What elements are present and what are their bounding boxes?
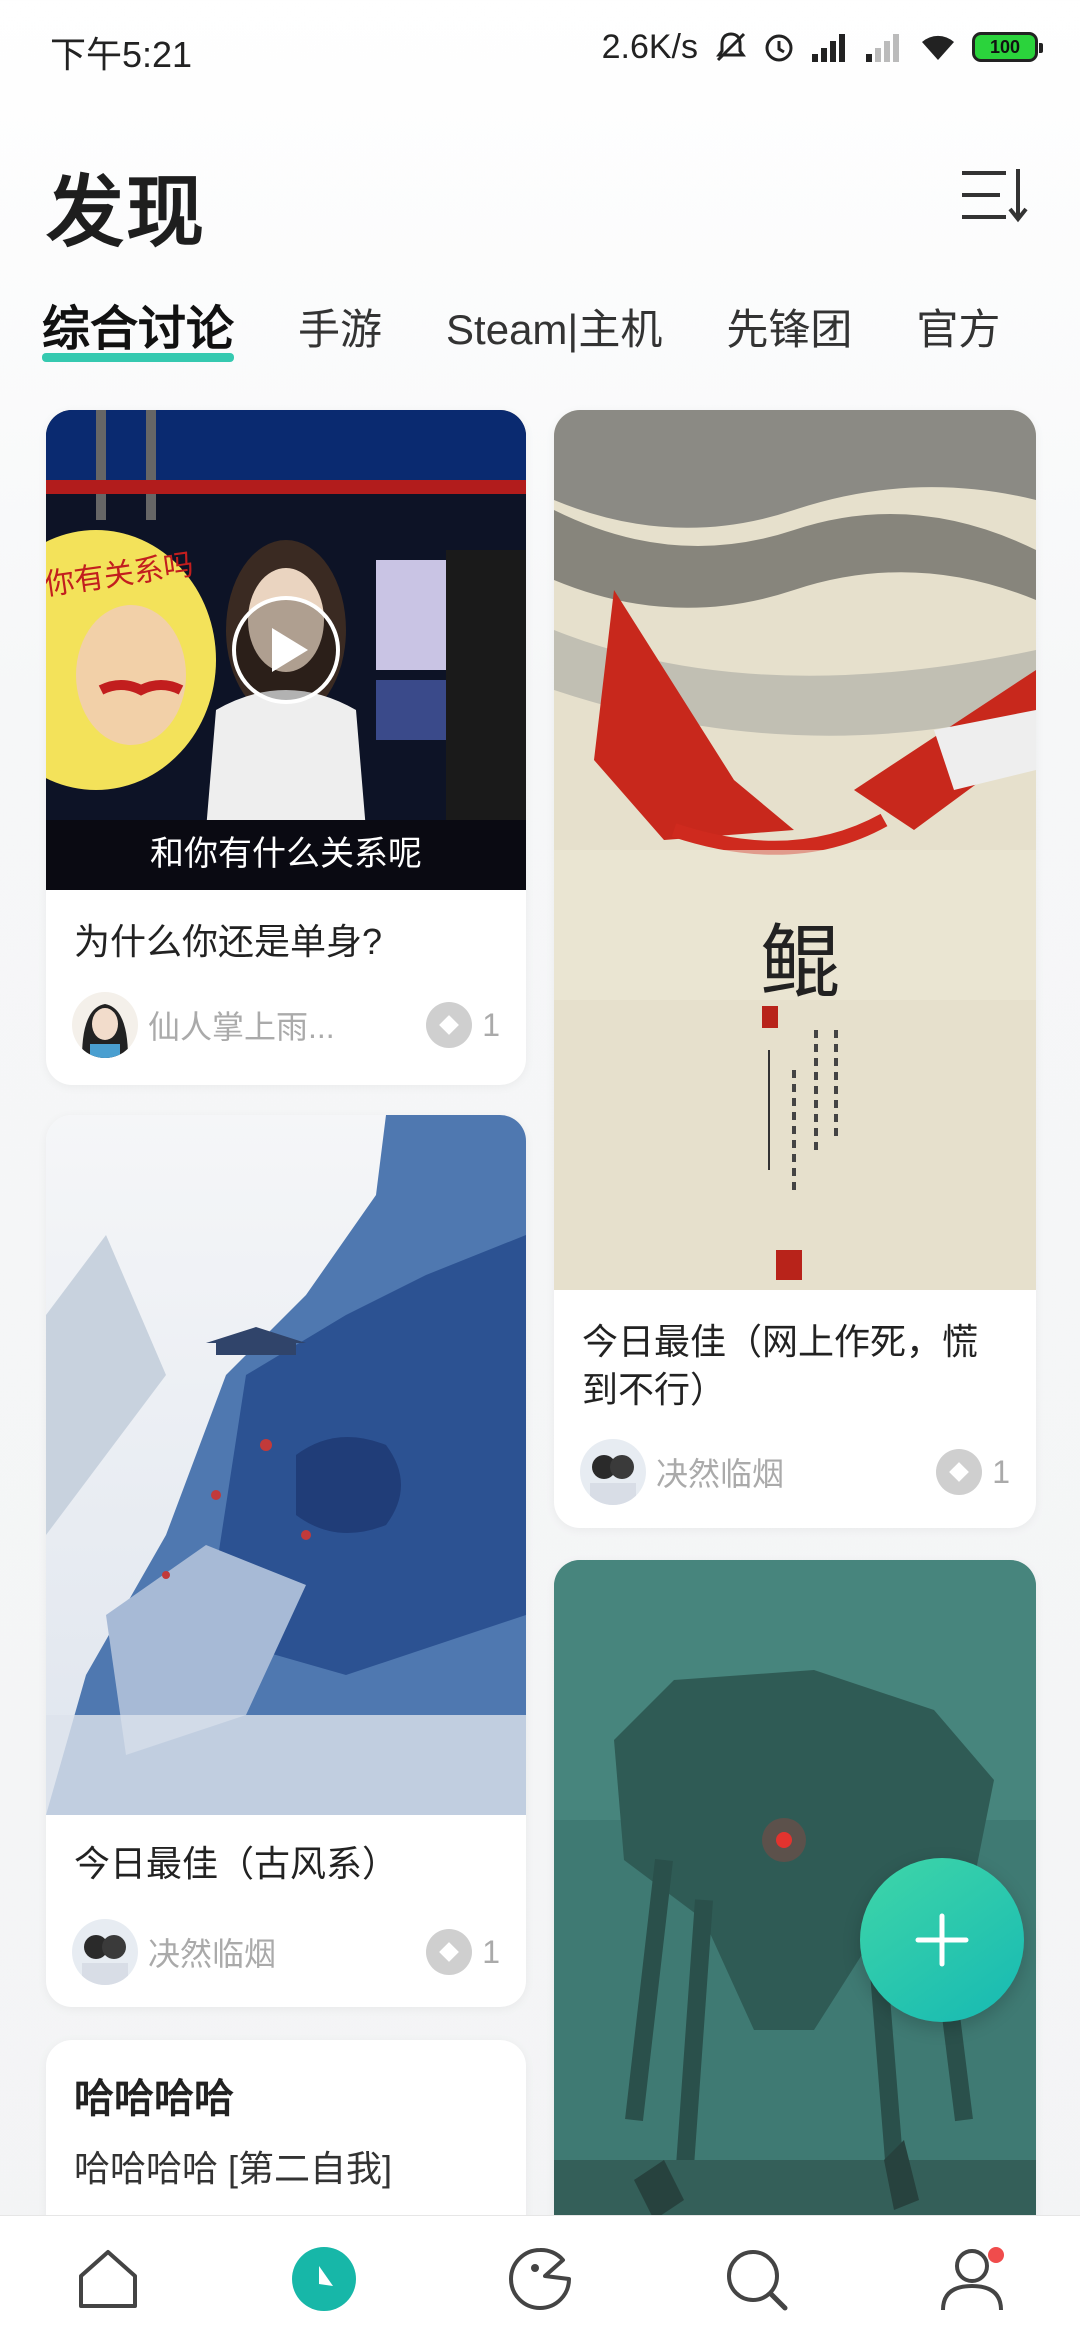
tab-official[interactable]: 官方 — [916, 300, 1000, 360]
author-name[interactable]: 仙人掌上雨... — [148, 1002, 426, 1048]
sort-menu-icon[interactable] — [960, 165, 1030, 225]
like-group[interactable]: 1 — [426, 1929, 500, 1975]
like-group[interactable]: 1 — [426, 1002, 500, 1048]
signal-hd-icon — [812, 34, 845, 62]
post-title: 今日最佳（古风系） — [74, 1843, 399, 1884]
search-icon — [727, 2249, 788, 2310]
like-count: 1 — [482, 1006, 500, 1043]
like-group[interactable]: 1 — [936, 1449, 1010, 1495]
post-image[interactable]: 鲲 — [554, 410, 1036, 1290]
status-time: 下午5:21 — [50, 34, 193, 75]
post-card[interactable]: 今日最佳（古风系） 决然临烟 1 — [46, 1115, 526, 2007]
mute-icon — [716, 32, 746, 62]
author-name[interactable]: 决然临烟 — [148, 1929, 426, 1975]
notification-badge — [988, 2246, 1004, 2263]
post-title: 今日最佳（网上作死，慌到不行） — [582, 1321, 979, 1410]
post-video-thumbnail[interactable]: 和你有什么关系呢 你有关系吗 — [46, 410, 526, 890]
nav-search[interactable] — [696, 2229, 816, 2329]
wifi-icon — [922, 35, 954, 60]
like-icon[interactable] — [426, 1002, 473, 1048]
battery-level: 100 — [989, 36, 1021, 57]
signal-icon — [866, 34, 899, 62]
nav-home[interactable] — [48, 2229, 168, 2329]
nav-game[interactable] — [480, 2229, 600, 2329]
bottom-nav — [0, 2215, 1080, 2341]
avatar[interactable] — [580, 1439, 646, 1505]
avatar[interactable] — [72, 1919, 138, 1985]
video-subtitle: 和你有什么关系呢 — [150, 834, 422, 874]
calligraphy-character: 鲲 — [760, 916, 840, 1009]
nav-profile[interactable] — [912, 2229, 1032, 2329]
like-icon[interactable] — [936, 1449, 983, 1495]
page-title: 发现 — [46, 168, 207, 256]
post-title: 哈哈哈哈 — [74, 2077, 234, 2121]
network-speed: 2.6K/s — [601, 27, 698, 66]
battery-icon: 100 — [972, 32, 1043, 62]
avatar[interactable] — [72, 992, 138, 1058]
tab-general[interactable]: 综合讨论 — [42, 300, 235, 362]
home-icon — [79, 2249, 137, 2308]
post-meta: 决然临烟 1 — [580, 1437, 1010, 1507]
alarm-icon — [765, 34, 793, 62]
like-count: 1 — [992, 1453, 1010, 1490]
author-name[interactable]: 决然临烟 — [656, 1449, 936, 1495]
post-image[interactable] — [46, 1115, 526, 1815]
discover-icon — [292, 2246, 356, 2311]
post-title: 为什么你还是单身? — [74, 921, 383, 962]
like-count: 1 — [482, 1933, 500, 1970]
plus-icon — [915, 1913, 969, 1967]
post-card[interactable]: 和你有什么关系呢 你有关系吗 为什么你还是单身? 仙人掌上雨... 1 — [46, 410, 526, 1085]
tab-mobile-games[interactable]: 手游 — [298, 300, 382, 360]
post-meta: 仙人掌上雨... 1 — [72, 990, 500, 1060]
status-icons: 2.6K/s 100 — [601, 22, 1043, 72]
nav-discover[interactable] — [264, 2229, 384, 2329]
post-card[interactable]: 鲲 今日最佳（网上作死，慌到不行） 决然临烟 1 — [554, 410, 1036, 1528]
tab-vanguard[interactable]: 先锋团 — [726, 300, 852, 360]
create-post-button[interactable] — [860, 1858, 1024, 2022]
like-icon[interactable] — [426, 1929, 473, 1975]
tab-steam-console[interactable]: Steam|主机 — [446, 300, 662, 360]
post-meta: 决然临烟 1 — [72, 1917, 500, 1987]
status-bar: 下午5:21 2.6K/s 100 — [0, 0, 1080, 100]
category-tabs: 综合讨论 手游 Steam|主机 先锋团 官方 — [42, 300, 1064, 370]
post-body: 哈哈哈哈 [第二自我] — [74, 2148, 393, 2189]
game-icon — [509, 2247, 571, 2310]
